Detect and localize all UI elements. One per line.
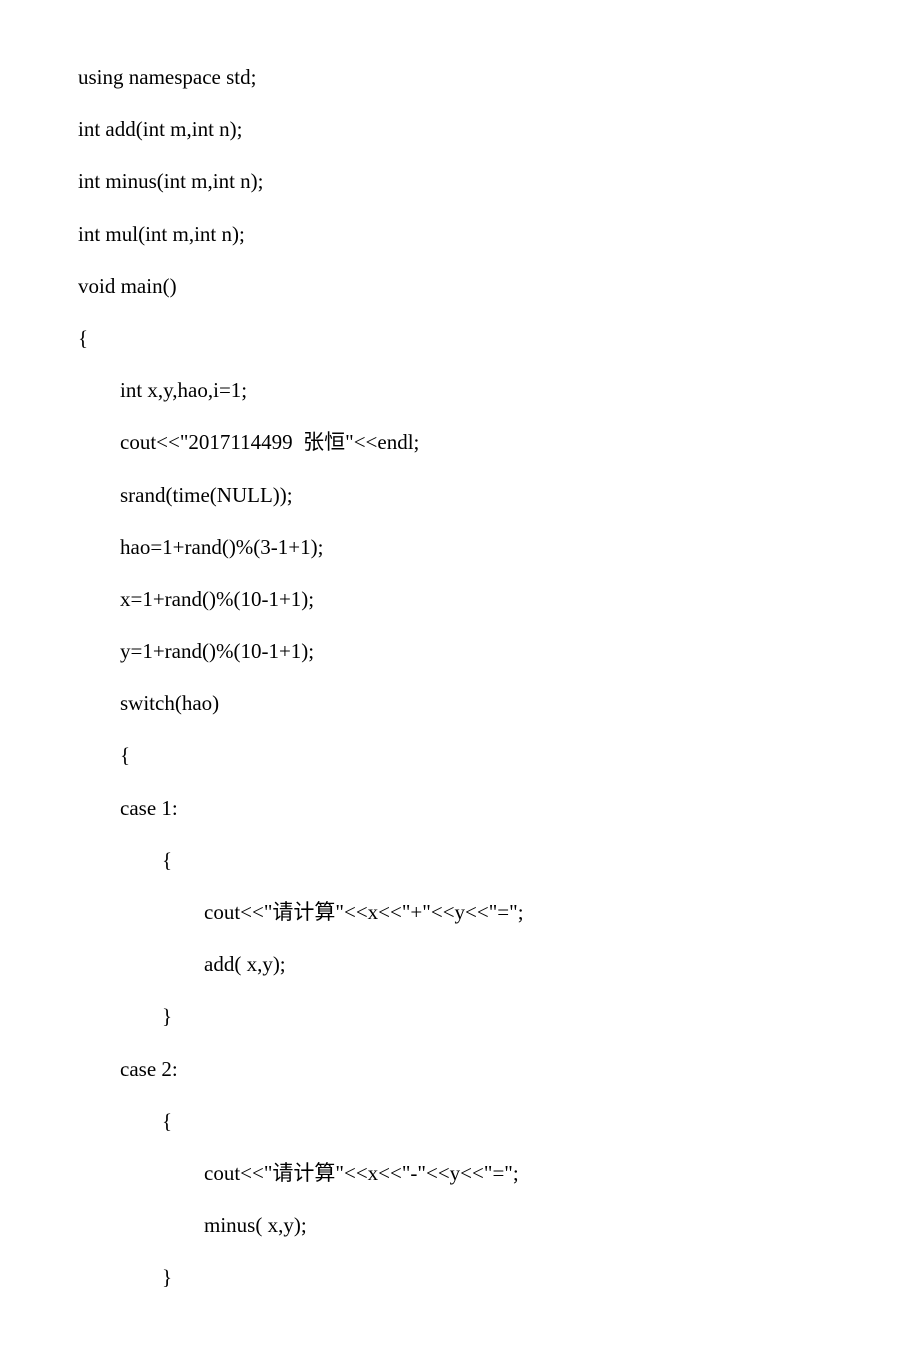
code-line: minus( x,y); bbox=[78, 1213, 842, 1238]
code-line: } bbox=[78, 1265, 842, 1290]
code-line: int mul(int m,int n); bbox=[78, 222, 842, 247]
code-line: case 2: bbox=[78, 1057, 842, 1082]
code-line: switch(hao) bbox=[78, 691, 842, 716]
code-line: { bbox=[78, 326, 842, 351]
code-line: case 1: bbox=[78, 796, 842, 821]
code-line: cout<<"2017114499 张恒"<<endl; bbox=[78, 430, 842, 455]
code-line: y=1+rand()%(10-1+1); bbox=[78, 639, 842, 664]
code-line: hao=1+rand()%(3-1+1); bbox=[78, 535, 842, 560]
code-line: int minus(int m,int n); bbox=[78, 169, 842, 194]
code-line: { bbox=[78, 848, 842, 873]
code-line: void main() bbox=[78, 274, 842, 299]
code-line: } bbox=[78, 1004, 842, 1029]
code-line: cout<<"请计算"<<x<<"-"<<y<<"="; bbox=[78, 1161, 842, 1186]
code-line: using namespace std; bbox=[78, 65, 842, 90]
code-line: srand(time(NULL)); bbox=[78, 483, 842, 508]
code-line: int x,y,hao,i=1; bbox=[78, 378, 842, 403]
code-line: x=1+rand()%(10-1+1); bbox=[78, 587, 842, 612]
code-line: cout<<"请计算"<<x<<"+"<<y<<"="; bbox=[78, 900, 842, 925]
code-line: { bbox=[78, 1109, 842, 1134]
code-line: add( x,y); bbox=[78, 952, 842, 977]
code-line: int add(int m,int n); bbox=[78, 117, 842, 142]
document-page: using namespace std; int add(int m,int n… bbox=[0, 0, 920, 1358]
code-line: { bbox=[78, 743, 842, 768]
